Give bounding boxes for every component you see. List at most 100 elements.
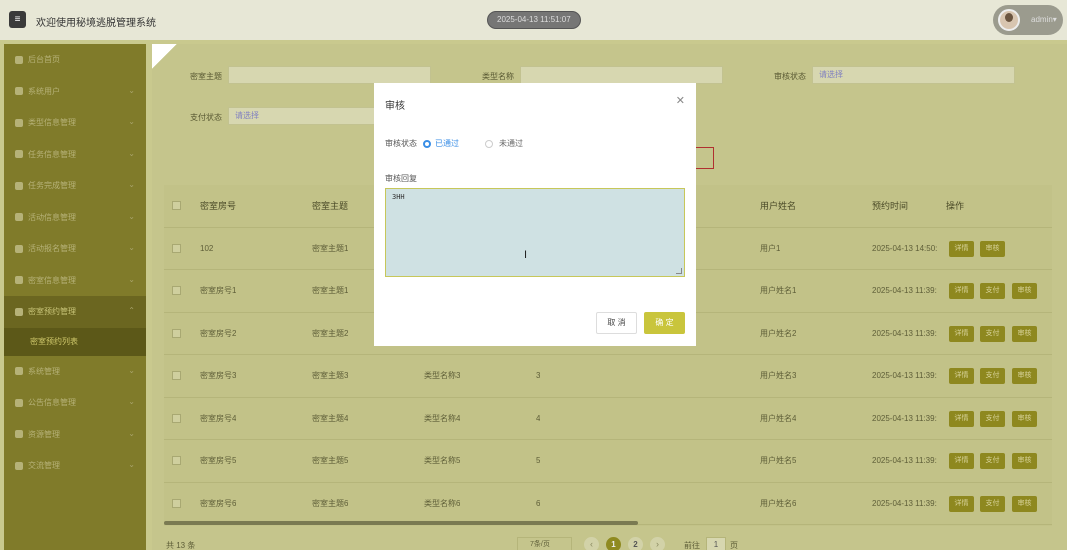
- cell-time: 2025-04-13 11:39:: [872, 371, 937, 380]
- page-number[interactable]: 2: [628, 537, 643, 550]
- cell-theme: 密室主题1: [312, 243, 349, 253]
- cell-type: 类型名称4: [424, 413, 461, 423]
- audit-button[interactable]: 审核: [1012, 368, 1037, 384]
- next-page-icon[interactable]: ›: [650, 537, 665, 550]
- radio-failed-label[interactable]: 未通过: [499, 138, 523, 149]
- type-filter-input[interactable]: [520, 66, 723, 84]
- cell-user: 用户姓名3: [760, 371, 797, 380]
- prev-page-icon[interactable]: ‹: [584, 537, 599, 550]
- cell-time: 2025-04-13 14:50:: [872, 243, 938, 253]
- user-menu[interactable]: admin▾: [993, 5, 1063, 35]
- audit-reply-textarea[interactable]: 3HH: [385, 188, 685, 277]
- pay-button[interactable]: 支付: [980, 453, 1005, 469]
- sidebar-item-notices[interactable]: 公告信息管理 ⌄: [4, 387, 146, 419]
- chevron-down-icon: ⌄: [128, 85, 135, 95]
- detail-button[interactable]: 详情: [949, 283, 974, 299]
- top-bar: ≡ 欢迎使用秘境逃脱管理系统 2025-04-13 11:51:07 admin…: [0, 0, 1067, 40]
- grid-icon: [15, 276, 23, 285]
- cell-type: 类型名称3: [424, 371, 461, 380]
- confirm-button[interactable]: 确 定: [644, 312, 685, 334]
- cell-num: 5: [536, 456, 541, 465]
- row-checkbox[interactable]: [172, 413, 181, 423]
- sidebar-item-chat[interactable]: 交流管理 ⌄: [4, 450, 146, 482]
- chevron-down-icon: ⌄: [128, 117, 135, 126]
- doc-icon: [15, 398, 23, 407]
- pager-total: 共 13 条: [166, 541, 196, 550]
- table-row: 密室房号4 密室主题4 类型名称4 4 用户姓名4 2025-04-13 11:…: [164, 398, 1052, 440]
- audit-dialog: 审核 ✕ 审核状态 已通过 未通过 审核回复 3HH I 取 消 确 定: [374, 83, 696, 346]
- pay-button[interactable]: 支付: [980, 283, 1005, 299]
- detail-button[interactable]: 详情: [949, 495, 974, 512]
- sidebar-item-system[interactable]: 系统管理 ⌄: [4, 356, 146, 388]
- sidebar-item-tasks[interactable]: 任务信息管理 ⌄: [4, 139, 146, 171]
- app-title: 欢迎使用秘境逃脱管理系统: [36, 18, 156, 29]
- row-checkbox[interactable]: [172, 371, 181, 380]
- gear-icon: [15, 367, 23, 376]
- row-checkbox[interactable]: [172, 498, 181, 508]
- table-horizontal-scrollbar[interactable]: [164, 521, 638, 525]
- sidebar-item-resources[interactable]: 资源管理 ⌄: [4, 419, 146, 451]
- detail-button[interactable]: 详情: [949, 240, 974, 257]
- audit-button[interactable]: 审核: [1012, 283, 1037, 299]
- pay-button[interactable]: 支付: [980, 325, 1005, 342]
- resize-handle-icon[interactable]: [676, 268, 682, 274]
- radio-failed[interactable]: [485, 140, 493, 148]
- detail-button[interactable]: 详情: [949, 368, 974, 384]
- detail-button[interactable]: 详情: [949, 325, 974, 342]
- sidebar-item-reservations[interactable]: 密室预约管理 ⌃: [4, 296, 146, 328]
- row-checkbox[interactable]: [172, 456, 181, 465]
- goto-page-input[interactable]: 1: [706, 537, 726, 550]
- audit-filter-select[interactable]: 请选择: [812, 66, 1015, 84]
- audit-filter-label: 审核状态: [774, 72, 806, 81]
- page-size-select[interactable]: 7条/页: [517, 537, 572, 550]
- row-checkbox[interactable]: [172, 243, 181, 253]
- grid-icon: [15, 118, 23, 127]
- sidebar-item-rooms[interactable]: 密室信息管理 ⌄: [4, 265, 146, 297]
- pay-button[interactable]: 支付: [980, 495, 1005, 512]
- audit-button[interactable]: 审核: [1012, 325, 1037, 342]
- col-header: 操作: [946, 201, 965, 211]
- cell-type: 类型名称5: [424, 456, 461, 465]
- close-icon[interactable]: ✕: [676, 94, 685, 107]
- cancel-button[interactable]: 取 消: [596, 312, 637, 334]
- cell-num: 6: [536, 498, 541, 508]
- radio-passed-label[interactable]: 已通过: [435, 138, 459, 149]
- dialog-title: 审核: [385, 101, 405, 112]
- grid-icon: [15, 150, 23, 159]
- audit-button[interactable]: 审核: [1012, 453, 1037, 469]
- detail-button[interactable]: 详情: [949, 410, 974, 427]
- sidebar-item-signup[interactable]: 活动报名管理 ⌄: [4, 233, 146, 265]
- radio-passed[interactable]: [423, 140, 431, 148]
- detail-button[interactable]: 详情: [949, 453, 974, 469]
- row-checkbox[interactable]: [172, 328, 181, 338]
- sidebar-item-task-complete[interactable]: 任务完成管理 ⌄: [4, 170, 146, 202]
- sidebar-item-users[interactable]: 系统用户 ⌄: [4, 76, 146, 108]
- sidebar-item-home[interactable]: 后台首页: [4, 44, 146, 76]
- avatar: [998, 9, 1020, 31]
- audit-button[interactable]: 审核: [980, 240, 1005, 257]
- sidebar-item-types[interactable]: 类型信息管理 ⌄: [4, 107, 146, 139]
- row-checkbox[interactable]: [172, 286, 181, 295]
- chevron-down-icon: ⌄: [128, 460, 135, 469]
- pay-filter-select[interactable]: 请选择: [228, 107, 378, 125]
- sidebar-subitem-reservation-list[interactable]: 密室预约列表: [4, 327, 146, 356]
- sidebar-item-activities[interactable]: 活动信息管理 ⌄: [4, 202, 146, 234]
- pay-button[interactable]: 支付: [980, 410, 1005, 427]
- theme-filter-input[interactable]: [228, 66, 431, 84]
- text-cursor-icon: I: [524, 249, 528, 261]
- cell-time: 2025-04-13 11:39:: [872, 413, 937, 423]
- menu-toggle-icon[interactable]: ≡: [9, 11, 26, 28]
- page-number[interactable]: 1: [606, 537, 621, 550]
- audit-button[interactable]: 审核: [1012, 410, 1037, 427]
- username: admin▾: [1031, 15, 1057, 24]
- cell-num: 3: [536, 371, 541, 380]
- chevron-down-icon: ⌄: [128, 243, 135, 252]
- pay-button[interactable]: 支付: [980, 368, 1005, 384]
- chevron-down-icon: ⌄: [128, 397, 135, 406]
- select-all-checkbox[interactable]: [172, 201, 181, 210]
- audit-button[interactable]: 审核: [1012, 495, 1037, 512]
- cell-room: 102: [200, 243, 214, 253]
- audit-reply-text: 3HH: [392, 193, 405, 201]
- cell-theme: 密室主题5: [312, 456, 349, 465]
- col-header: 用户姓名: [760, 201, 797, 211]
